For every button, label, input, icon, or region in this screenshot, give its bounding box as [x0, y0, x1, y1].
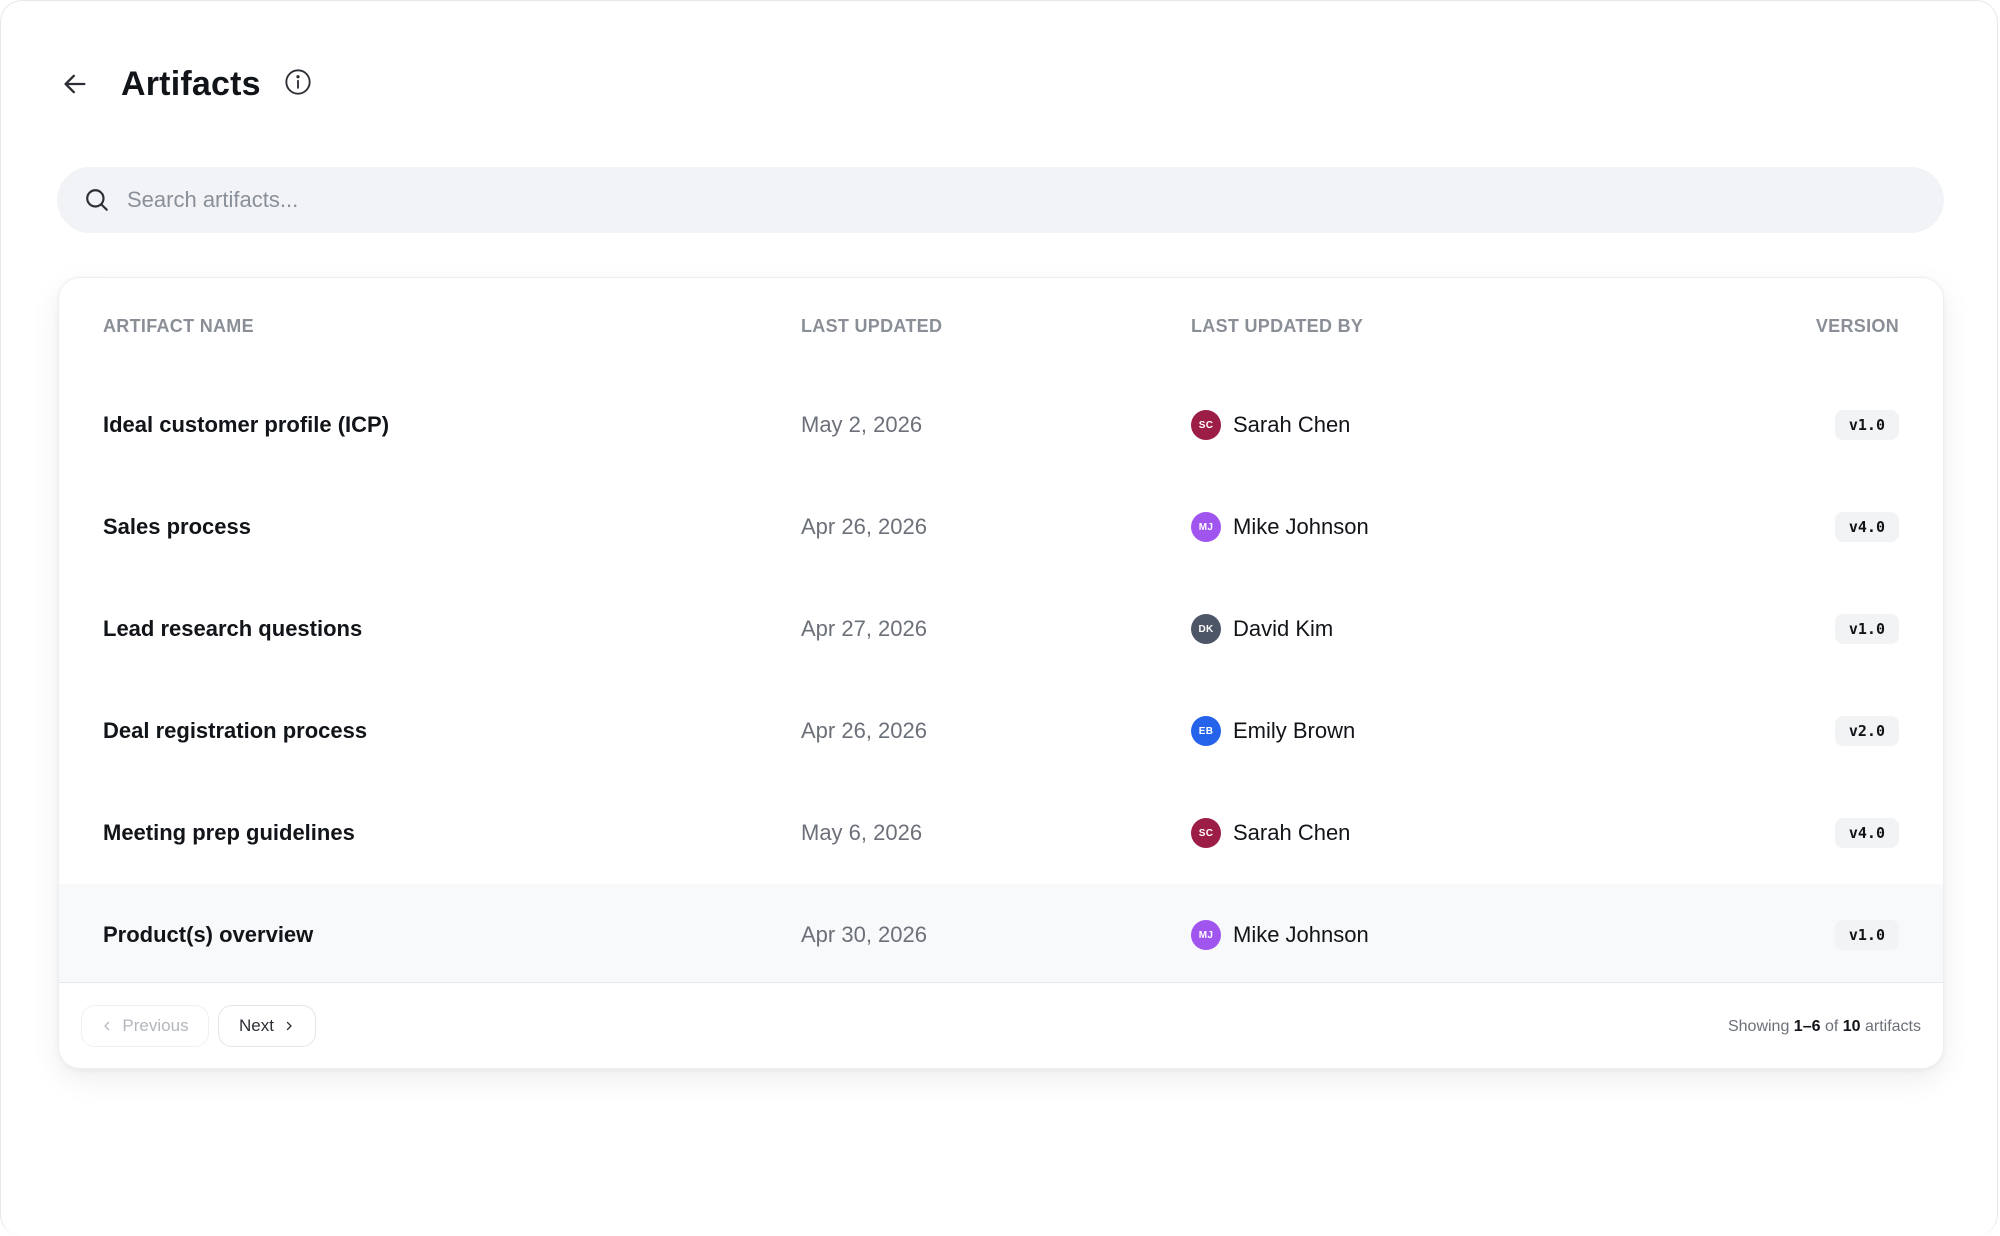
artifact-name: Lead research questions — [103, 616, 363, 641]
table-header: ARTIFACT NAME LAST UPDATED LAST UPDATED … — [59, 278, 1943, 374]
last-updated-by: SC Sarah Chen — [1191, 782, 1350, 884]
user-name: Sarah Chen — [1233, 412, 1351, 437]
summary-prefix: Showing — [1727, 1018, 1794, 1035]
page-header: Artifacts — [57, 59, 313, 109]
avatar: MJ — [1191, 920, 1221, 950]
last-updated-by: SC Sarah Chen — [1191, 374, 1350, 476]
version-badge: v4.0 — [1834, 512, 1899, 542]
artifact-name: Sales process — [103, 514, 251, 539]
last-updated-date: Apr 26, 2026 — [801, 514, 927, 539]
artifact-name: Meeting prep guidelines — [103, 820, 355, 845]
avatar: SC — [1191, 410, 1221, 440]
column-header-version[interactable]: VERSION — [1816, 316, 1899, 337]
table-row[interactable]: Meeting prep guidelines May 6, 2026 SC S… — [59, 782, 1943, 884]
version-badge: v4.0 — [1834, 818, 1899, 848]
table-body: Ideal customer profile (ICP) May 2, 2026… — [59, 374, 1943, 986]
artifact-name: Deal registration process — [103, 718, 368, 743]
pagination-bar: Previous Next Showing 1–6 of 10 artifact… — [59, 982, 1943, 1068]
last-updated-date: Apr 27, 2026 — [801, 616, 927, 641]
table-row[interactable]: Lead research questions Apr 27, 2026 DK … — [59, 578, 1943, 680]
previous-button[interactable]: Previous — [81, 1005, 209, 1047]
column-header-name[interactable]: ARTIFACT NAME — [103, 316, 254, 337]
version-badge: v2.0 — [1834, 716, 1899, 746]
summary-of: of — [1820, 1018, 1843, 1035]
version-cell: v1.0 — [1834, 884, 1899, 986]
next-label: Next — [239, 1016, 274, 1035]
avatar: SC — [1191, 818, 1221, 848]
user-name: Sarah Chen — [1233, 820, 1351, 845]
user-name: David Kim — [1233, 616, 1334, 641]
search-bar[interactable] — [57, 167, 1944, 233]
avatar: DK — [1191, 614, 1221, 644]
user-name: Mike Johnson — [1233, 514, 1369, 539]
artifact-name: Product(s) overview — [103, 922, 314, 947]
page-title: Artifacts — [121, 64, 261, 103]
version-cell: v4.0 — [1834, 782, 1899, 884]
user-name: Emily Brown — [1233, 718, 1356, 743]
version-badge: v1.0 — [1834, 920, 1899, 950]
app-window: Artifacts ARTIFACT NAME LAST UPDATED LAS… — [0, 0, 1998, 1236]
search-input[interactable] — [127, 187, 1827, 213]
last-updated-by: EB Emily Brown — [1191, 680, 1355, 782]
last-updated-date: May 2, 2026 — [801, 412, 923, 437]
user-name: Mike Johnson — [1233, 922, 1369, 947]
previous-label: Previous — [122, 1016, 189, 1035]
pagination-summary: Showing 1–6 of 10 artifacts — [1727, 983, 1921, 1068]
column-header-last-updated-by[interactable]: LAST UPDATED BY — [1191, 316, 1363, 337]
version-cell: v1.0 — [1834, 578, 1899, 680]
version-cell: v2.0 — [1834, 680, 1899, 782]
table-row[interactable]: Sales process Apr 26, 2026 MJ Mike Johns… — [59, 476, 1943, 578]
summary-range: 1–6 — [1793, 1018, 1821, 1035]
version-badge: v1.0 — [1834, 614, 1899, 644]
chevron-left-icon — [101, 1020, 113, 1032]
last-updated-by: DK David Kim — [1191, 578, 1333, 680]
artifact-name: Ideal customer profile (ICP) — [103, 412, 390, 437]
last-updated-date: May 6, 2026 — [801, 820, 923, 845]
last-updated-date: Apr 26, 2026 — [801, 718, 927, 743]
search-icon — [81, 184, 113, 216]
last-updated-by: MJ Mike Johnson — [1191, 884, 1369, 986]
summary-suffix: artifacts — [1860, 1018, 1921, 1035]
table-row[interactable]: Deal registration process Apr 26, 2026 E… — [59, 680, 1943, 782]
chevron-right-icon — [283, 1020, 295, 1032]
artifacts-table: ARTIFACT NAME LAST UPDATED LAST UPDATED … — [58, 277, 1944, 1069]
next-button[interactable]: Next — [218, 1005, 316, 1047]
version-badge: v1.0 — [1834, 410, 1899, 440]
table-row[interactable]: Ideal customer profile (ICP) May 2, 2026… — [59, 374, 1943, 476]
summary-total: 10 — [1842, 1018, 1861, 1035]
info-icon — [285, 69, 311, 95]
version-cell: v1.0 — [1834, 374, 1899, 476]
avatar: MJ — [1191, 512, 1221, 542]
last-updated-by: MJ Mike Johnson — [1191, 476, 1369, 578]
arrow-left-icon — [64, 74, 86, 94]
last-updated-date: Apr 30, 2026 — [801, 922, 927, 947]
version-cell: v4.0 — [1834, 476, 1899, 578]
back-button[interactable] — [57, 66, 93, 102]
column-header-last-updated[interactable]: LAST UPDATED — [801, 316, 942, 337]
avatar: EB — [1191, 716, 1221, 746]
table-row[interactable]: Product(s) overview Apr 30, 2026 MJ Mike… — [59, 884, 1943, 986]
info-button[interactable] — [283, 67, 313, 97]
